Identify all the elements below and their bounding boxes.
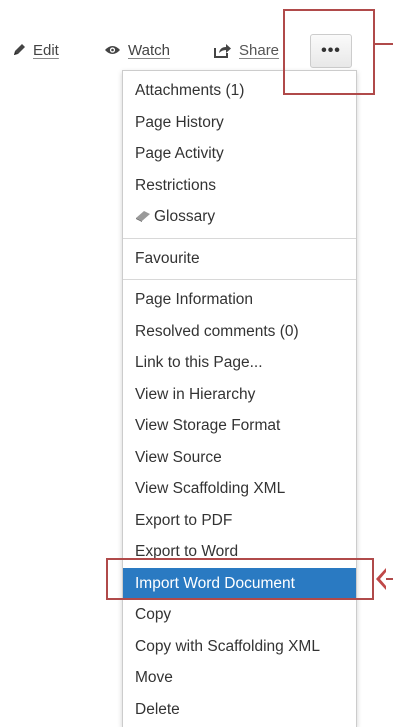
- menu-item-resolved-comments-0[interactable]: Resolved comments (0): [123, 316, 356, 348]
- edit-button[interactable]: Edit: [12, 38, 59, 62]
- highlight-connector-line: [374, 43, 393, 45]
- menu-item-label: Copy: [135, 606, 172, 623]
- menu-item-label: Export to Word: [135, 543, 239, 560]
- more-actions-button[interactable]: •••: [310, 34, 352, 68]
- share-label: Share: [239, 41, 280, 59]
- more-actions-dropdown: Attachments (1) Page History Page Activity…: [122, 70, 357, 727]
- menu-item-label: Import Word Document: [135, 574, 295, 592]
- menu-item-label: Page Information: [135, 291, 254, 308]
- arrow-left-icon: [376, 568, 386, 590]
- menu-item-label: Link to this Page...: [135, 354, 263, 371]
- menu-item-label: Favourite: [135, 249, 200, 267]
- edit-label: Edit: [33, 41, 59, 59]
- menu-item-label: View Source: [135, 448, 222, 466]
- menu-item-label: Attachments (1): [135, 82, 245, 99]
- menu-item-view-scaffolding-xml[interactable]: View Scaffolding XML: [123, 473, 356, 505]
- menu-item-label: Move: [135, 669, 173, 686]
- menu-item-label: Resolved comments (0): [135, 322, 299, 340]
- menu-item-page-history[interactable]: Page History: [123, 107, 356, 139]
- share-icon: [214, 43, 232, 58]
- menu-item-view-in-hierarchy[interactable]: View in Hierarchy: [123, 379, 356, 411]
- menu-item-label: Page Activity: [135, 145, 224, 162]
- pencil-icon: [12, 43, 26, 57]
- menu-item-view-source[interactable]: View Source: [123, 442, 356, 474]
- menu-item-page-activity[interactable]: Page Activity: [123, 138, 356, 170]
- menu-item-move[interactable]: Move: [123, 662, 356, 694]
- menu-item-restrictions[interactable]: Restrictions: [123, 170, 356, 202]
- menu-item-label: Page History: [135, 113, 224, 131]
- menu-section: Attachments (1) Page History Page Activity…: [123, 71, 356, 239]
- menu-item-copy-with-scaffolding-xml[interactable]: Copy with Scaffolding XML: [123, 631, 356, 663]
- menu-item-label: Glossary: [154, 208, 216, 225]
- menu-item-copy[interactable]: Copy: [123, 599, 356, 631]
- menu-item-label: Restrictions: [135, 176, 216, 194]
- page: Edit Watch Share ••• Attachments (1) Page…: [0, 0, 393, 727]
- eye-icon: [104, 44, 121, 56]
- menu-item-delete[interactable]: Delete: [123, 694, 356, 726]
- menu-item-import-word-document[interactable]: Import Word Document: [123, 567, 356, 599]
- menu-item-label: View Scaffolding XML: [135, 480, 286, 497]
- menu-item-view-storage-format[interactable]: View Storage Format: [123, 410, 356, 442]
- menu-item-export-to-word[interactable]: Export to Word: [123, 536, 356, 568]
- menu-item-label: View Storage Format: [135, 417, 281, 434]
- menu-item-page-information[interactable]: Page Information: [123, 284, 356, 316]
- menu-item-label: Copy with Scaffolding XML: [135, 637, 320, 655]
- menu-item-favourite[interactable]: Favourite: [123, 243, 356, 275]
- menu-item-link-to-this-page[interactable]: Link to this Page...: [123, 347, 356, 379]
- ellipsis-icon: •••: [321, 42, 341, 59]
- watch-label: Watch: [128, 41, 170, 59]
- menu-item-export-to-pdf[interactable]: Export to PDF: [123, 505, 356, 537]
- watch-button[interactable]: Watch: [104, 38, 170, 62]
- glossary-icon: [135, 203, 151, 222]
- menu-item-attachments-1[interactable]: Attachments (1): [123, 75, 356, 107]
- menu-item-glossary[interactable]: Glossary: [123, 201, 356, 233]
- menu-item-label: View in Hierarchy: [135, 385, 256, 403]
- menu-section: Page Information Resolved comments (0) Lin…: [123, 280, 356, 727]
- menu-item-label: Export to PDF: [135, 511, 233, 529]
- menu-section: Favourite: [123, 239, 356, 280]
- menu-item-label: Delete: [135, 700, 180, 718]
- share-button[interactable]: Share: [214, 38, 279, 62]
